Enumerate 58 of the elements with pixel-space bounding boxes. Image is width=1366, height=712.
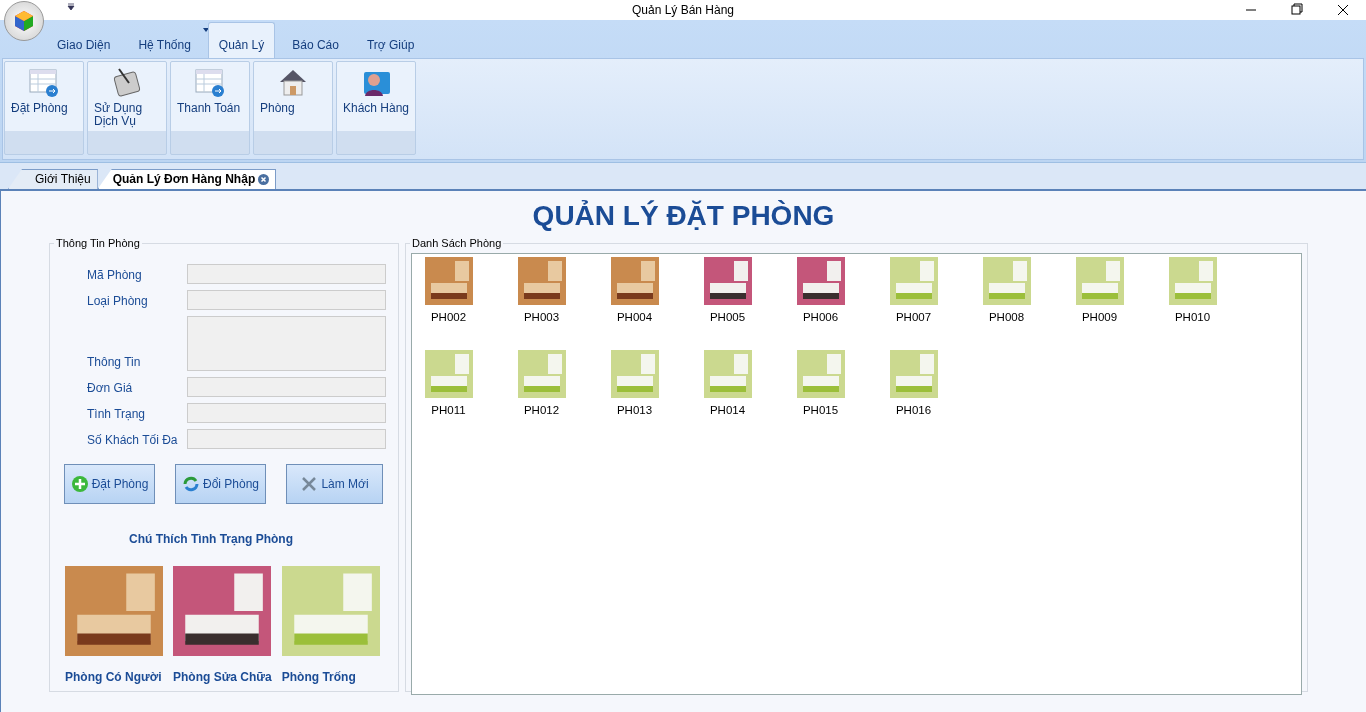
room-thumbnail <box>796 257 845 305</box>
group-title: Danh Sách Phòng <box>411 237 503 249</box>
action-button[interactable]: Đổi Phòng <box>175 464 266 504</box>
room-thumbnail <box>703 350 752 398</box>
room-thumbnail <box>796 350 845 398</box>
cube-icon <box>13 10 35 32</box>
ribbon-button[interactable]: Phòng <box>253 61 333 155</box>
ribbon-button[interactable]: Đặt Phòng <box>4 61 84 155</box>
ribbon-tab[interactable]: Trợ Giúp <box>355 33 426 58</box>
room-thumbnail <box>1075 257 1124 305</box>
document-tab[interactable]: Giới Thiệu <box>8 169 98 189</box>
ribbon-tab[interactable]: Báo Cáo <box>281 33 350 58</box>
drawing-tablet-icon <box>111 66 143 98</box>
legend-title: Chú Thích Tình Trạng Phòng <box>129 532 294 546</box>
room-thumbnail <box>517 350 566 398</box>
ribbon-tab[interactable]: Giao Diện <box>46 33 122 58</box>
room-thumbnail <box>703 257 752 305</box>
ribbon-tab[interactable]: Quản Lý <box>207 22 276 58</box>
room-thumbnail <box>1168 257 1217 305</box>
field-label: Loại Phòng <box>87 294 149 310</box>
room-thumbnail <box>610 350 659 398</box>
plus-icon <box>70 475 89 493</box>
field-label: Mã Phòng <box>87 268 143 284</box>
document-tab[interactable]: Quản Lý Đơn Hàng Nhập <box>97 169 277 189</box>
field-label: Thông Tin <box>87 355 142 371</box>
legend-label: Phòng Có Người <box>65 670 163 684</box>
refresh-icon <box>181 475 200 493</box>
room-thumbnail <box>517 257 566 305</box>
input-field[interactable] <box>187 377 386 397</box>
room-thumbnail <box>889 350 938 398</box>
ribbon-tab[interactable]: Hệ Thống <box>127 33 202 58</box>
caret-icon[interactable] <box>202 28 209 32</box>
room-thumbnail <box>424 257 473 305</box>
application-menu-button[interactable] <box>4 1 44 41</box>
table-icon <box>28 66 60 98</box>
field-label: Số Khách Tối Đa <box>87 433 179 449</box>
table-icon <box>194 66 226 98</box>
field-label: Đơn Giá <box>87 381 134 397</box>
input-field[interactable] <box>187 264 386 284</box>
room-thumbnail <box>610 257 659 305</box>
input-field[interactable] <box>187 290 386 310</box>
group-title: Thông Tin Phòng <box>55 237 141 249</box>
page-heading: QUẢN LÝ ĐẶT PHÒNG <box>531 201 836 231</box>
window-title: Quản Lý Bán Hàng <box>631 3 735 17</box>
room-thumbnail <box>424 350 473 398</box>
ribbon-button[interactable]: Thanh Toán <box>170 61 250 155</box>
legend-label: Phòng Trống <box>281 670 357 684</box>
legend-label: Phòng Sửa Chữa <box>173 670 272 684</box>
quick-access-caret-icon[interactable] <box>67 3 75 11</box>
input-field[interactable] <box>187 403 386 423</box>
ribbon-button[interactable]: Khách Hàng <box>336 61 416 155</box>
room-thumbnail <box>982 257 1031 305</box>
ribbon-button[interactable]: Sử Dụng Dịch Vụ <box>87 61 167 155</box>
action-button[interactable]: Làm Mới <box>286 464 383 504</box>
field-label: Tình Trạng <box>87 407 147 423</box>
input-field[interactable] <box>187 429 386 449</box>
room-thumbnail <box>889 257 938 305</box>
action-button[interactable]: Đặt Phòng <box>64 464 155 504</box>
